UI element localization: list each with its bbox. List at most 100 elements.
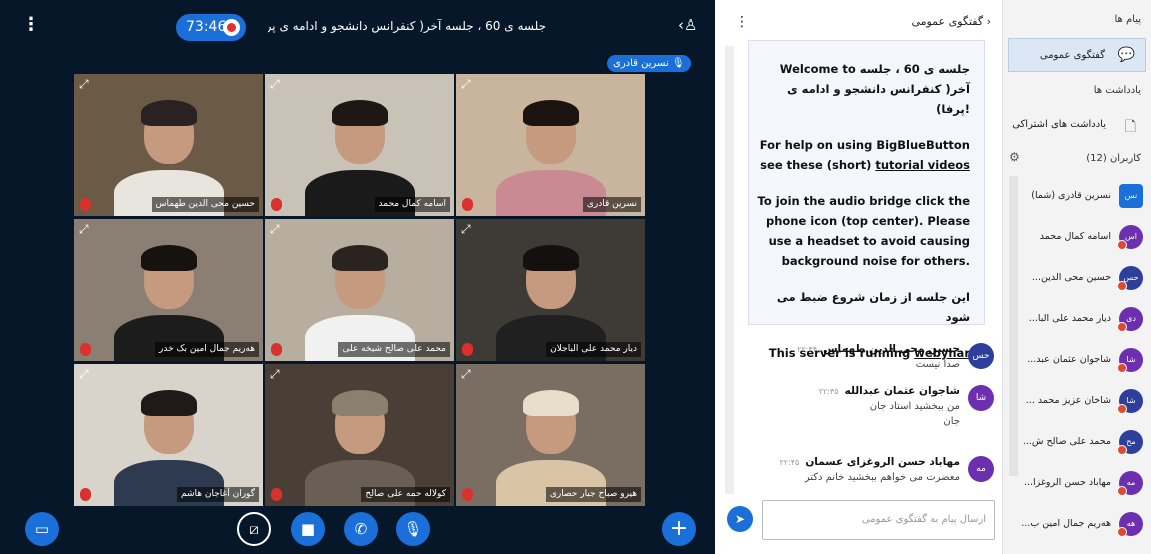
users-scrollbar[interactable] xyxy=(1009,176,1018,476)
user-list-toggle-icon[interactable]: ‹♙ xyxy=(678,16,697,34)
fullscreen-icon[interactable]: ⤢ xyxy=(79,77,89,92)
user-list-item[interactable]: دی دیار محمد علی البا... xyxy=(1003,303,1151,337)
record-icon[interactable] xyxy=(223,19,240,36)
talking-indicator: 🎙 نسرین قادری xyxy=(607,55,691,72)
muted-status-icon xyxy=(1117,486,1127,496)
phone-button[interactable]: ✆ xyxy=(344,512,378,546)
bottom-action-bar: ▭ ⧄ ■ ✆ 🎙 + xyxy=(0,505,715,554)
audio-instructions: To join the audio bridge click the phone… xyxy=(757,194,970,268)
recording-timer[interactable]: 73:46 xyxy=(176,14,246,41)
muted-status-icon xyxy=(1117,322,1127,332)
video-tile[interactable]: ⤢ محمد علی صالح شیخه علی xyxy=(265,219,454,361)
muted-status-icon xyxy=(1117,363,1127,373)
video-tile[interactable]: ⤢ نسرین قادری xyxy=(456,74,645,216)
user-list-item[interactable]: نس نسرین قادری (شما) xyxy=(1003,180,1151,214)
camera-icon: ■ xyxy=(300,520,316,538)
chat-message: مه مهاباد حسن الروغزای عسمان ۲۲:۴۵ معضرت می… xyxy=(744,456,994,483)
sender-name: مهاباد حسن الروغزای عسمان xyxy=(805,456,960,468)
camera-button[interactable]: ■ xyxy=(291,512,325,546)
chat-options-icon[interactable]: ⋮ xyxy=(735,14,749,30)
screen-share-icon: ⧄ xyxy=(249,520,259,538)
fullscreen-icon[interactable]: ⤢ xyxy=(270,77,280,92)
user-name: دیار محمد علی البا... xyxy=(1028,313,1111,324)
participant-name: حسین محی الدین طهماس xyxy=(151,197,259,212)
message-sender: شاجوان عثمان عبدالله ۲۲:۴۵ xyxy=(744,385,960,397)
participant-name: دیار محمد علی الباجلان xyxy=(546,342,641,357)
user-list-item[interactable]: مح محمد علی صالح ش... xyxy=(1003,426,1151,460)
user-list-item[interactable]: هه هه‌ریم جمال امین ب... xyxy=(1003,508,1151,542)
person-hair xyxy=(523,245,579,271)
person-hair xyxy=(141,390,197,416)
fullscreen-icon[interactable]: ⤢ xyxy=(461,367,471,382)
message-text: معضرت می خواهم ببخشید خانم دکتر xyxy=(804,472,960,483)
top-bar: ⋮ 73:46 جلسه ی 60 ، جلسه آخر( کنفرانس دا… xyxy=(0,0,715,52)
fullscreen-icon[interactable]: ⤢ xyxy=(461,222,471,237)
message-sender: حسین محی الدین طهماس ۲۲:۴۴ xyxy=(744,343,960,355)
user-list-item[interactable]: اس اسامه کمال محمد xyxy=(1003,221,1151,255)
video-grid: ⤢ حسین محی الدین طهماس ⤢ اسامه کمال محمد ⤢ نس… xyxy=(74,74,645,506)
user-avatar: نس xyxy=(1119,184,1143,208)
gear-icon[interactable]: ⚙ xyxy=(1009,150,1020,164)
message-text: صدا نیست xyxy=(915,359,960,370)
messages-header: پیام ها xyxy=(1114,14,1141,25)
muted-mic-icon xyxy=(462,198,473,211)
shared-notes-item[interactable]: 🗋 یادداشت های اشتراکی xyxy=(1008,108,1146,142)
participant-name: گوران آغاجان هاشم xyxy=(177,487,259,502)
tutorial-link[interactable]: tutorial videos xyxy=(875,158,970,172)
user-name: شاجوان عثمان عبد... xyxy=(1027,354,1111,365)
video-tile[interactable]: ⤢ کولاله حمه علی صالح xyxy=(265,364,454,506)
welcome-line: Welcome to جلسه ی 60 ، جلسه آخر( کنفرانس… xyxy=(779,62,970,116)
message-sender: مهاباد حسن الروغزای عسمان ۲۲:۴۵ xyxy=(744,456,960,468)
fullscreen-icon[interactable]: ⤢ xyxy=(461,77,471,92)
screen-share-button[interactable]: ⧄ xyxy=(237,512,271,546)
fullscreen-icon[interactable]: ⤢ xyxy=(79,367,89,382)
chat-bubble-icon: 💬 xyxy=(1117,47,1135,63)
participant-name: نسرین قادری xyxy=(582,197,641,212)
user-list-item[interactable]: حس حسین محی الدین... xyxy=(1003,262,1151,296)
video-tile[interactable]: ⤢ هه‌ریم جمال امین بک خدر xyxy=(74,219,263,361)
participant-name: هه‌ریم جمال امین بک خدر xyxy=(155,342,259,357)
presentation-button[interactable]: ▭ xyxy=(25,512,59,546)
fullscreen-icon[interactable]: ⤢ xyxy=(270,367,280,382)
public-chat-label: گفتگوی عمومی xyxy=(1039,50,1105,61)
welcome-message: Welcome to جلسه ی 60 ، جلسه آخر( کنفرانس… xyxy=(748,40,985,360)
microphone-button[interactable]: 🎙 xyxy=(396,512,430,546)
video-tile[interactable]: ⤢ اسامه کمال محمد xyxy=(265,74,454,216)
timer-value: 73:46 xyxy=(186,19,227,35)
message-avatar: مه xyxy=(968,456,994,482)
send-button[interactable]: ➤ xyxy=(727,506,753,532)
public-chat-item[interactable]: 💬 گفتگوی عمومی xyxy=(1008,38,1146,72)
chat-scrollbar[interactable] xyxy=(725,46,734,494)
user-name: هه‌ریم جمال امین ب... xyxy=(1021,518,1111,529)
recording-notice: این جلسه از زمان شروع ضبط می شود xyxy=(776,290,970,324)
video-tile[interactable]: ⤢ حسین محی الدین طهماس xyxy=(74,74,263,216)
fullscreen-icon[interactable]: ⤢ xyxy=(79,222,89,237)
chat-title-text: گفتگوی عمومی xyxy=(911,15,984,28)
video-tile[interactable]: ⤢ گوران آغاجان هاشم xyxy=(74,364,263,506)
user-list-item[interactable]: شا شاجوان عثمان عبد... xyxy=(1003,344,1151,378)
user-name: محمد علی صالح ش... xyxy=(1022,436,1111,447)
message-text: من ببخشید استاد جان xyxy=(869,401,960,412)
users-header: کاربران (12) xyxy=(1086,153,1141,164)
video-tile[interactable]: ⤢ هیرو صباح جبار حصاری xyxy=(456,364,645,506)
user-name: نسرین قادری (شما) xyxy=(1031,190,1111,201)
video-tile[interactable]: ⤢ دیار محمد علی الباجلان xyxy=(456,219,645,361)
message-time: ۲۲:۴۵ xyxy=(779,458,800,467)
chat-title[interactable]: ‹ گفتگوی عمومی xyxy=(911,15,991,28)
options-menu-icon[interactable]: ⋮ xyxy=(22,14,40,35)
user-list-item[interactable]: مه مهاباد حسن الروغزا... xyxy=(1003,467,1151,501)
person-hair xyxy=(141,245,197,271)
participant-name: محمد علی صالح شیخه علی xyxy=(338,342,450,357)
participant-name: اسامه کمال محمد xyxy=(374,197,450,212)
message-avatar: حس xyxy=(968,343,994,369)
chat-message-input[interactable]: ارسال پیام به گفتگوی عمومی xyxy=(762,500,995,540)
user-list-item[interactable]: شا شاخان عزیز محمد ... xyxy=(1003,385,1151,419)
shared-notes-label: یادداشت های اشتراکی xyxy=(1012,119,1106,130)
muted-mic-icon xyxy=(271,198,282,211)
actions-plus-button[interactable]: + xyxy=(662,512,696,546)
fullscreen-icon[interactable]: ⤢ xyxy=(270,222,280,237)
muted-mic-icon xyxy=(462,343,473,356)
user-name: مهاباد حسن الروغزا... xyxy=(1023,477,1111,488)
muted-status-icon xyxy=(1117,281,1127,291)
help-line: For help on using BigBlueButton see thes… xyxy=(755,135,970,175)
